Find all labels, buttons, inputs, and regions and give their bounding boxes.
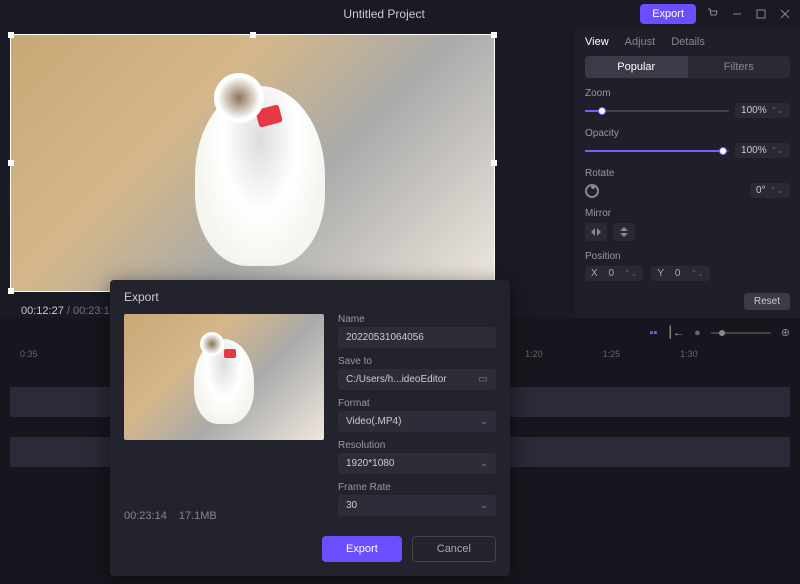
zoom-label: Zoom [585, 88, 790, 99]
position-x-input[interactable]: X 0⌃⌄ [585, 266, 643, 281]
timeline-zoom-slider[interactable] [711, 332, 771, 334]
export-filesize: 17.1MB [179, 510, 217, 522]
tl-split-icon[interactable]: ⎮← [667, 326, 684, 339]
resize-handle-mr[interactable] [491, 160, 497, 166]
tab-view[interactable]: View [585, 36, 609, 48]
export-dialog: Export 00:23:14 17.1MB Name 202205310640… [110, 280, 510, 576]
saveto-label: Save to [338, 356, 496, 367]
resize-handle-tl[interactable] [8, 32, 14, 38]
minimize-icon[interactable] [730, 7, 744, 21]
export-thumbnail [124, 314, 324, 440]
opacity-label: Opacity [585, 128, 790, 139]
close-icon[interactable] [778, 7, 792, 21]
format-label: Format [338, 398, 496, 409]
chevron-down-icon: ⌄ [480, 458, 488, 469]
framerate-select[interactable]: 30⌄ [338, 495, 496, 516]
export-button[interactable]: Export [640, 4, 696, 24]
preview-frame[interactable]: 00:12:27 / 00:23:14 : 9 ▾ [10, 34, 495, 292]
resize-handle-bl[interactable] [8, 288, 14, 294]
current-time: 00:12:27 [21, 305, 64, 317]
chevron-down-icon: ⌄ [480, 416, 488, 427]
folder-icon[interactable]: ▭ [479, 374, 488, 385]
pill-popular[interactable]: Popular [585, 56, 688, 78]
saveto-input[interactable]: C:/Users/h...ideoEditor▭ [338, 369, 496, 390]
titlebar: Untitled Project Export [0, 0, 800, 28]
side-panel: View Adjust Details Popular Filters Zoom… [575, 28, 800, 318]
name-input[interactable]: 20220531064056 [338, 327, 496, 348]
export-confirm-button[interactable]: Export [322, 536, 402, 562]
framerate-label: Frame Rate [338, 482, 496, 493]
resize-handle-tr[interactable] [491, 32, 497, 38]
mirror-horizontal-button[interactable] [585, 223, 607, 241]
export-duration: 00:23:14 [124, 510, 167, 522]
preview-area: 00:12:27 / 00:23:14 : 9 ▾ [0, 28, 575, 318]
position-y-input[interactable]: Y 0⌃⌄ [651, 266, 709, 281]
tab-details[interactable]: Details [671, 36, 705, 48]
rotate-label: Rotate [585, 168, 790, 179]
opacity-slider[interactable] [585, 150, 729, 152]
opacity-value[interactable]: 100%⌃⌄ [735, 143, 790, 158]
timecode: 00:12:27 / 00:23:14 [21, 305, 116, 317]
resolution-label: Resolution [338, 440, 496, 451]
project-title: Untitled Project [128, 7, 640, 21]
chevron-down-icon: ⌄ [480, 500, 488, 511]
zoom-value[interactable]: 100%⌃⌄ [735, 103, 790, 118]
position-label: Position [585, 251, 790, 262]
cancel-button[interactable]: Cancel [412, 536, 496, 562]
resize-handle-tm[interactable] [250, 32, 256, 38]
tl-marker-icon[interactable]: ▪▪ [650, 327, 658, 339]
zoom-slider[interactable] [585, 110, 729, 112]
mirror-vertical-button[interactable] [613, 223, 635, 241]
reset-button[interactable]: Reset [744, 293, 790, 310]
format-select[interactable]: Video(.MP4)⌄ [338, 411, 496, 432]
tab-adjust[interactable]: Adjust [625, 36, 656, 48]
dialog-title: Export [124, 290, 496, 304]
tl-circle-icon[interactable]: ● [694, 327, 701, 339]
resize-handle-ml[interactable] [8, 160, 14, 166]
tl-zoom-in-icon[interactable]: ⊕ [781, 326, 790, 339]
rotate-value[interactable]: 0°⌃⌄ [750, 183, 790, 198]
resolution-select[interactable]: 1920*1080⌄ [338, 453, 496, 474]
pill-filters[interactable]: Filters [688, 56, 791, 78]
mirror-label: Mirror [585, 208, 790, 219]
cart-icon[interactable] [706, 7, 720, 21]
maximize-icon[interactable] [754, 7, 768, 21]
rotate-dial[interactable] [585, 184, 599, 198]
name-label: Name [338, 314, 496, 325]
